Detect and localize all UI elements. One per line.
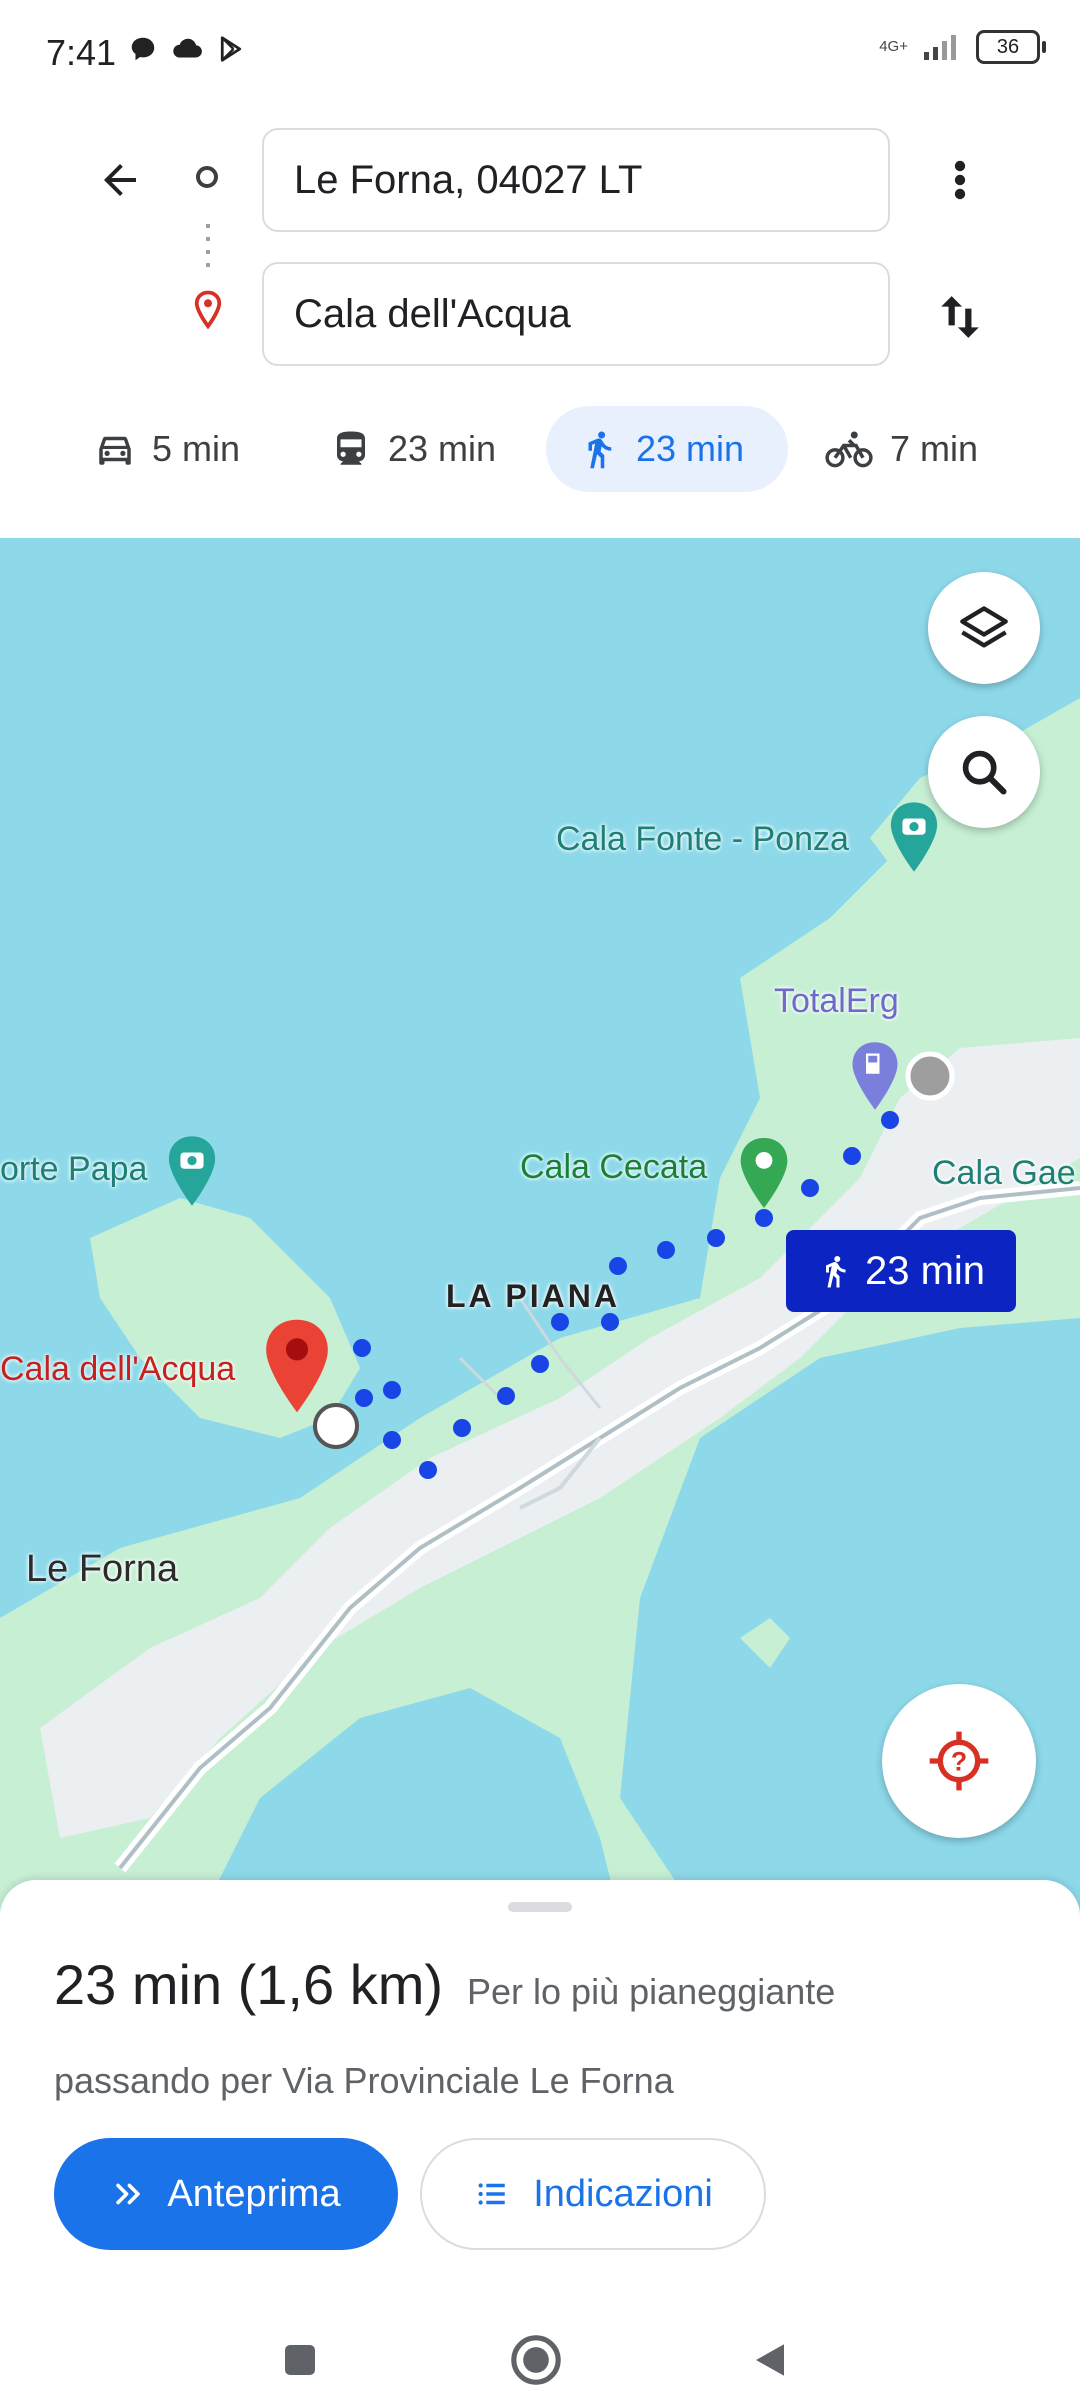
swap-button[interactable] [925,282,995,352]
route-details-sheet[interactable]: 23 min (1,6 km) Per lo più pianeggiante … [0,1880,1080,2320]
walk-icon [588,431,612,469]
route-dot [383,1431,401,1449]
walk-icon [825,1256,846,1288]
map-label-cala-gae[interactable]: Cala Gae [932,1154,1076,1193]
map-label-cala-fonte[interactable]: Cala Fonte - Ponza [556,820,849,859]
play-store-icon [220,36,242,62]
more-options-button[interactable] [930,150,990,210]
system-status: 4G+ 36 [879,30,1046,64]
back-nav-button[interactable] [730,2320,810,2400]
network-type: 4G+ [879,38,908,55]
map-label-cala-cecata[interactable]: Cala Cecata [520,1148,707,1187]
origin-marker-icon [196,166,218,188]
route-terrain: Per lo più pianeggiante [467,1971,836,2012]
layers-button[interactable] [928,572,1040,684]
route-dot [383,1381,401,1399]
route-connector [206,224,210,268]
swap-vert-icon [941,296,979,338]
system-nav-bar [0,2320,1080,2400]
route-dot [843,1147,861,1165]
search-button[interactable] [928,716,1040,828]
green-place-pin-icon [740,1138,788,1208]
map-label-la-piana: LA PIANA [446,1278,620,1314]
my-location-button[interactable]: ? [882,1684,1036,1838]
arrow-back-icon [104,164,136,196]
route-dot [419,1461,437,1479]
photo-spot-pin-icon [890,802,938,872]
route-dot [531,1355,549,1373]
svg-text:?: ? [951,1746,967,1776]
list-icon [478,2183,505,2205]
car-icon [99,436,131,465]
destination-field[interactable]: Cala dell'Acqua [262,262,890,366]
search-icon [962,750,1007,795]
route-dot [353,1339,371,1357]
directions-list-button[interactable]: Indicazioni [420,2138,766,2250]
preview-button[interactable]: Anteprima [54,2138,398,2250]
mode-drive-label: 5 min [152,428,241,469]
route-dot [497,1387,515,1405]
origin-field[interactable]: Le Forna, 04027 LT [262,128,890,232]
photo-spot-pin-icon [168,1136,216,1206]
back-button[interactable] [90,150,150,210]
sheet-drag-handle[interactable] [508,1902,572,1912]
route-chip-label: 23 min [864,1248,986,1293]
route-dot [657,1241,675,1259]
map-label-forte-papa[interactable]: orte Papa [0,1150,147,1189]
double-chevron-icon [116,2183,141,2205]
mode-bike-label: 7 min [890,428,979,469]
recents-button[interactable] [260,2320,340,2400]
home-circle-icon [511,2335,561,2385]
route-duration-chip[interactable]: 23 min [786,1230,1016,1312]
signal-icon [924,35,956,60]
destination-pin-icon [193,290,223,335]
route-dot [453,1419,471,1437]
destination-red-pin-icon [266,1319,328,1413]
route-dot [609,1257,627,1275]
mode-transit-label: 23 min [388,428,497,469]
origin-gray-marker-icon [905,1051,955,1101]
back-triangle-icon [756,2344,784,2376]
route-time-distance: 23 min (1,6 km) [54,1953,443,2016]
battery-icon: 36 [976,30,1046,64]
chat-bubble-icon [131,37,155,61]
route-dot [707,1229,725,1247]
notification-icons [128,34,246,64]
route-dot [801,1179,819,1197]
map-label-totalerg[interactable]: TotalErg [774,982,899,1021]
mode-walk-tab[interactable]: 23 min [546,406,788,492]
route-dot [601,1313,619,1331]
recents-square-icon [285,2345,315,2375]
route-via: passando per Via Provinciale Le Forna [54,2060,674,2101]
route-summary: 23 min (1,6 km) Per lo più pianeggiante [54,1952,835,2017]
route-dot [551,1313,569,1331]
transit-icon [337,431,365,465]
route-dot [881,1111,899,1129]
location-help-icon: ? [929,1731,989,1791]
cloud-icon [173,38,202,58]
more-vert-icon [954,160,966,200]
preview-label: Anteprima [167,2172,341,2215]
mode-bike-tab[interactable]: 7 min [792,406,1010,492]
layers-icon [960,606,1008,648]
mode-transit-tab[interactable]: 23 min [298,406,528,492]
status-bar: 7:41 4G+ 36 [0,0,1080,100]
map-view[interactable]: Cala Fonte - Ponza TotalErg orte Papa Ca… [0,538,1080,1918]
map-label-cala-dell-acqua[interactable]: Cala dell'Acqua [0,1350,235,1389]
fuel-station-pin-icon [852,1042,898,1110]
travel-mode-tabs: 5 min 23 min 23 min 7 min [0,400,1080,496]
status-time: 7:41 [46,32,117,73]
home-button[interactable] [496,2320,576,2400]
bike-icon [825,431,873,468]
map-label-le-forna: Le Forna [26,1548,179,1590]
mode-drive-tab[interactable]: 5 min [62,406,272,492]
directions-list-label: Indicazioni [533,2172,713,2215]
directions-header: Le Forna, 04027 LT Cala dell'Acqua 5 min… [0,100,1080,540]
mode-walk-label: 23 min [636,428,745,469]
